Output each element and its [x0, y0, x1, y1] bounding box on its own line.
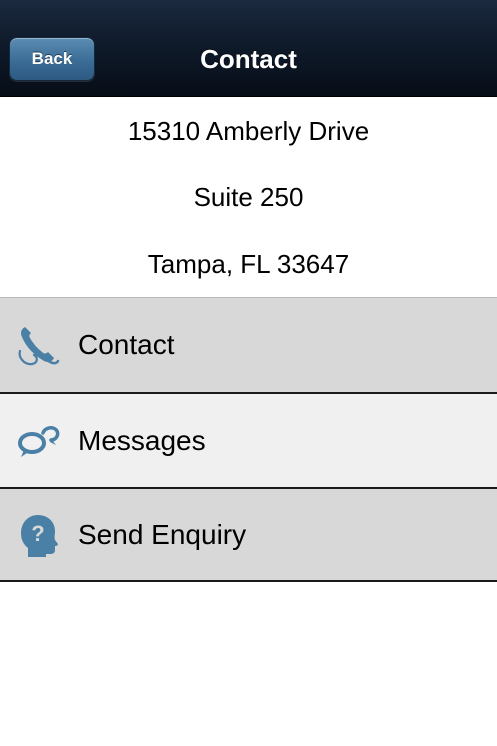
svg-text:?: ?	[31, 521, 44, 546]
menu-item-label: Messages	[78, 424, 206, 456]
chat-bubbles-icon	[16, 419, 60, 463]
address-line-city: Tampa, FL 33647	[147, 249, 350, 279]
address-line-street: 15310 Amberly Drive	[127, 116, 370, 146]
menu-item-label: Send Enquiry	[78, 518, 247, 550]
phone-icon	[16, 323, 60, 367]
contact-menu: Contact Messages ? Send Enquiry	[0, 297, 497, 582]
page-title: Contact	[200, 44, 297, 74]
menu-item-label: Contact	[78, 329, 175, 360]
address-line-suite: Suite 250	[193, 182, 304, 212]
navigation-bar: Back Contact	[0, 0, 497, 97]
menu-item-send-enquiry[interactable]: ? Send Enquiry	[0, 487, 497, 582]
address-block: 15310 Amberly Drive Suite 250 Tampa, FL …	[0, 97, 497, 297]
question-head-icon: ?	[16, 513, 60, 557]
menu-item-messages[interactable]: Messages	[0, 392, 497, 487]
menu-item-contact[interactable]: Contact	[0, 297, 497, 392]
